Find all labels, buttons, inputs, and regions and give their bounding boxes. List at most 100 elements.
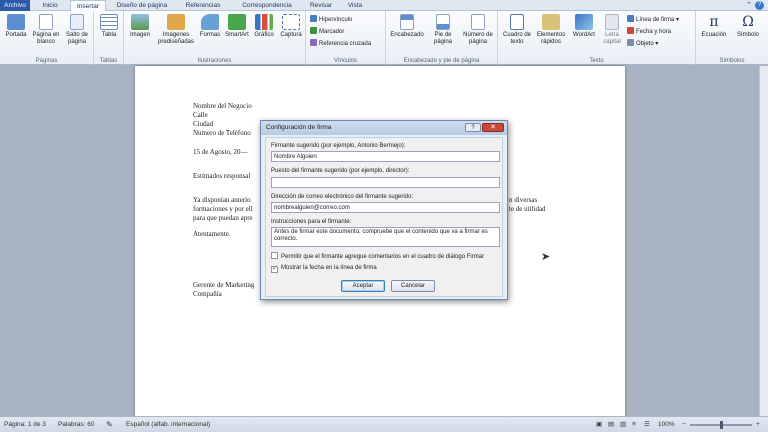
dialog-help-button[interactable]: ? [465,123,481,132]
tabla-label: Tabla [101,32,117,38]
pagina-blanco-button[interactable]: Página en blanco [31,14,61,46]
referencia-cruzada-button[interactable]: Referencia cruzada [310,39,371,48]
objeto-label: Objeto [636,41,654,47]
status-bar: Página: 1 de 3 Palabras: 60 ✎ Español (a… [0,416,768,432]
aceptar-button[interactable]: Aceptar [341,280,385,292]
view-outline-icon[interactable]: ≡ [632,417,636,432]
zoom-in-icon[interactable]: + [756,417,760,432]
marcador-button[interactable]: Marcador [310,27,344,36]
firmante-input[interactable]: Nombre Alguien [271,151,500,162]
proofing-icon[interactable]: ✎ [106,417,113,432]
doc-line: 15 de Agosto, 20— [193,148,248,156]
language-indicator[interactable]: Español (alfab. internacional) [126,417,210,432]
hipervinculo-button[interactable]: Hipervínculo [310,15,352,24]
view-print-layout-icon[interactable]: ▣ [596,417,602,432]
dialog-close-button[interactable]: ✕ [482,123,504,132]
tab-diseno-pagina[interactable]: Diseño de página [110,0,174,11]
doc-line: Numero de Teléfono [193,129,251,137]
group-paginas: Portada Página en blanco Salto de página… [0,11,94,65]
date-time-icon [627,27,634,34]
referencia-cruzada-label: Referencia cruzada [319,41,372,47]
doc-line: Gerente de Marketing [193,281,255,289]
bookmark-icon [310,27,317,34]
tab-inicio[interactable]: Inicio [36,0,64,11]
page-count[interactable]: Página: 1 de 3 [4,417,46,432]
page-break-icon [70,14,84,30]
letra-capital-button[interactable]: Letra capital [599,14,625,46]
tab-correspondencia[interactable]: Correspondencia [234,0,300,11]
formas-button[interactable]: Formas [198,14,222,39]
permitir-comentarios-checkbox[interactable]: Permitir que el firmante agregue comenta… [271,252,484,261]
correo-input[interactable]: nombrealguien@correo.com [271,202,500,213]
cuadro-texto-button[interactable]: Cuadro de texto [502,14,532,46]
quick-parts-icon [542,14,560,30]
object-icon [627,39,634,46]
zoom-out-icon[interactable]: − [682,417,686,432]
instrucciones-label: Instrucciones para el firmante: [271,219,352,225]
fecha-hora-button[interactable]: Fecha y hora [627,27,671,36]
pi-icon: π [709,14,719,30]
tab-archivo[interactable]: Archivo [0,0,30,11]
imagenes-predisenadas-label: Imágenes prediseñadas [157,32,195,45]
doc-line: Ya disponían anterio [193,196,251,204]
pie-pagina-button[interactable]: Pie de página [428,14,458,46]
word-count[interactable]: Palabras: 60 [58,417,95,432]
correo-label: Dirección de correo electrónico del firm… [271,194,414,200]
group-label-simbolos: Símbolos [719,58,745,64]
portada-button[interactable]: Portada [2,14,30,39]
minimize-ribbon-icon[interactable]: ⌃ [746,1,752,10]
permitir-checkbox-box[interactable] [271,252,278,259]
puesto-input[interactable] [271,177,500,188]
cancelar-button[interactable]: Cancelar [391,280,435,292]
numero-pagina-label: Número de página [463,32,493,45]
checkmark-icon[interactable]: ✓ [271,266,278,273]
ecuacion-button[interactable]: π Ecuación [698,14,730,39]
doc-line: para que puedan apre [193,214,253,222]
instrucciones-textarea[interactable]: Antes de firmar este documento, comprueb… [271,227,500,247]
pie-pagina-label: Pie de página [433,32,453,45]
page-number-icon [471,14,485,30]
numero-pagina-button[interactable]: Número de página [460,14,496,46]
group-label-paginas: Páginas [35,58,58,64]
simbolo-button[interactable]: Ω Símbolo [732,14,764,39]
help-icon[interactable]: ? [755,1,764,10]
blank-page-icon [39,14,53,30]
group-label-ilustraciones: Ilustraciones [197,58,232,64]
elementos-rapidos-button[interactable]: Elementos rápidos [534,14,568,46]
mostrar-fecha-checkbox[interactable]: ✓ Mostrar la fecha en la línea de firma [271,264,377,273]
cover-page-icon [7,14,25,30]
drop-cap-icon [605,14,619,30]
wordart-label: WordArt [573,32,595,38]
view-web-layout-icon[interactable]: ▥ [620,417,626,432]
omega-icon: Ω [742,14,754,30]
zoom-level[interactable]: 100% [658,417,675,432]
tab-referencias[interactable]: Referencias [178,0,228,11]
wordart-button[interactable]: WordArt [570,14,598,39]
encabezado-button[interactable]: Encabezado [388,14,426,39]
tabla-button[interactable]: Tabla [96,14,122,39]
linea-firma-button[interactable]: Línea de firma ▾ [627,15,679,24]
objeto-button[interactable]: Objeto ▾ [627,39,658,48]
doc-line: Nombre del Negocio [193,102,252,110]
tab-revisar[interactable]: Revisar [304,0,338,11]
view-draft-icon[interactable]: ☰ [644,417,650,432]
captura-button[interactable]: Captura [277,14,305,39]
imagenes-predisenadas-button[interactable]: Imágenes prediseñadas [156,14,196,46]
signature-line-icon [627,15,634,22]
group-ilustraciones: Imagen Imágenes prediseñadas Formas Smar… [124,11,306,65]
fecha-hora-label: Fecha y hora [636,29,672,35]
group-label-tablas: Tablas [99,58,118,64]
ribbon: Portada Página en blanco Salto de página… [0,11,768,65]
smartart-button[interactable]: SmartArt [223,14,251,39]
view-full-screen-icon[interactable]: ▤ [608,417,614,432]
zoom-slider[interactable] [690,421,752,429]
picture-icon [131,14,149,30]
imagen-button[interactable]: Imagen [126,14,154,39]
linea-firma-label: Línea de firma [636,17,675,23]
zoom-slider-thumb[interactable] [719,421,723,429]
grafico-button[interactable]: Gráfico [252,14,276,39]
vertical-scrollbar[interactable] [759,66,768,416]
tab-vista[interactable]: Vista [342,0,368,11]
doc-line: Calle [193,111,208,119]
salto-pagina-button[interactable]: Salto de página [62,14,92,46]
